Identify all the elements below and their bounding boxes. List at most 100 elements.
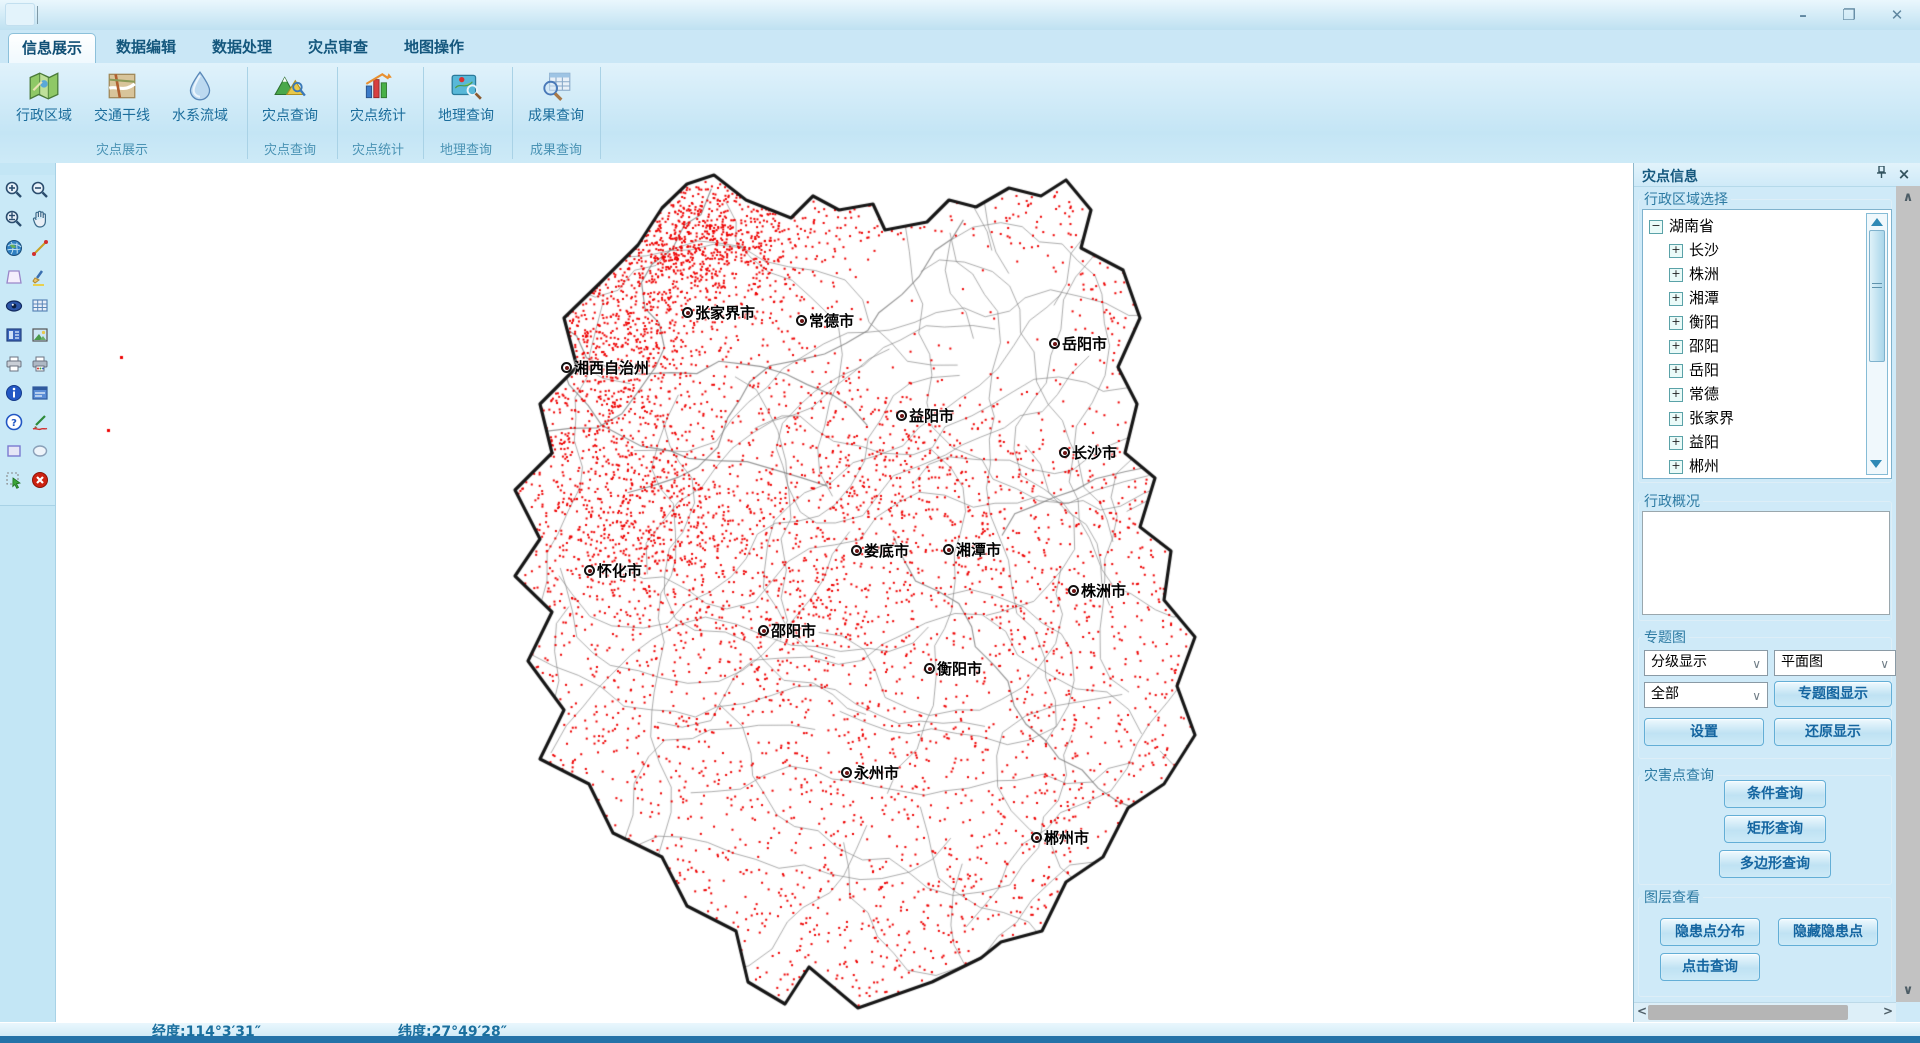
tool-help[interactable]: ? <box>2 409 26 435</box>
tool-clear-page[interactable] <box>2 264 26 290</box>
overview-textbox[interactable] <box>1642 511 1890 615</box>
hazard-distribution-button[interactable]: 隐患点分布 <box>1660 918 1760 946</box>
expand-icon[interactable]: + <box>1669 292 1683 306</box>
scroll-down-icon[interactable]: ∨ <box>1896 983 1920 998</box>
tree-node-label[interactable]: 株洲 <box>1689 265 1719 283</box>
tree-node-label[interactable]: 岳阳 <box>1689 361 1719 379</box>
expand-icon[interactable]: + <box>1669 340 1683 354</box>
settings-button[interactable]: 设置 <box>1644 718 1764 746</box>
restore-button[interactable]: ❐ <box>1832 4 1866 26</box>
ribbon-button-disaster-query[interactable]: 灾点查询 <box>250 67 330 137</box>
expand-icon[interactable]: + <box>1669 244 1683 258</box>
tree-node-8[interactable]: + 张家界 <box>1669 406 1734 430</box>
tool-brush[interactable] <box>28 264 52 290</box>
restore-display-button[interactable]: 还原显示 <box>1774 718 1892 746</box>
tree-node-3[interactable]: + 湘潭 <box>1669 286 1719 310</box>
ribbon-button-disaster-stats[interactable]: 灾点统计 <box>338 67 418 137</box>
tree-node-4[interactable]: + 衡阳 <box>1669 310 1719 334</box>
panel-horizontal-scrollbar[interactable]: < > <box>1634 1002 1896 1023</box>
tree-node-10[interactable]: + 郴州 <box>1669 454 1719 478</box>
pin-icon[interactable] <box>1872 166 1890 183</box>
ribbon-button-result-query[interactable]: 成果查询 <box>516 67 596 137</box>
tool-window[interactable] <box>28 380 52 406</box>
expand-icon[interactable]: + <box>1669 364 1683 378</box>
tab-5[interactable]: 地图操作 <box>386 33 482 62</box>
scroll-up-icon[interactable]: ∧ <box>1896 190 1920 205</box>
scroll-left-icon[interactable]: < <box>1637 1004 1647 1018</box>
tool-layout[interactable] <box>2 322 26 348</box>
panel-vertical-scrollbar[interactable]: ∧ ∨ <box>1896 186 1920 1002</box>
tree-node-label[interactable]: 益阳 <box>1689 433 1719 451</box>
tree-scrollbar[interactable] <box>1866 213 1888 475</box>
tree-node-label[interactable]: 郴州 <box>1689 457 1719 475</box>
expand-icon[interactable]: + <box>1669 316 1683 330</box>
region-tree[interactable]: −湖南省 + 长沙 + 株洲 + 湘潭 + 衡阳 + 邵阳 + 岳阳 + 常德 + 张家界 + 益阳 + 郴州 <box>1642 209 1892 479</box>
tree-node-root[interactable]: −湖南省 <box>1649 214 1714 238</box>
expand-icon[interactable]: + <box>1669 460 1683 474</box>
condition-query-button[interactable]: 条件查询 <box>1724 780 1826 808</box>
tab-3[interactable]: 数据处理 <box>194 33 290 62</box>
thematic-mode-select[interactable]: 分级显示∨ <box>1644 650 1768 676</box>
thematic-show-button[interactable]: 专题图显示 <box>1774 681 1892 707</box>
tool-zoom-in[interactable] <box>2 177 26 203</box>
collapse-icon[interactable]: − <box>1649 220 1663 234</box>
tree-node-label[interactable]: 湖南省 <box>1669 217 1714 235</box>
polygon-query-button[interactable]: 多边形查询 <box>1719 850 1831 878</box>
tree-scroll-up-icon[interactable] <box>1871 218 1883 226</box>
tab-1[interactable]: 信息展示 <box>8 33 96 63</box>
click-query-button[interactable]: 点击查询 <box>1660 953 1760 981</box>
scroll-right-icon[interactable]: > <box>1883 1004 1893 1018</box>
tree-node-2[interactable]: + 株洲 <box>1669 262 1719 286</box>
hide-hazard-button[interactable]: 隐藏隐患点 <box>1778 918 1878 946</box>
tool-info[interactable] <box>2 380 26 406</box>
tool-measure[interactable] <box>28 235 52 261</box>
tool-print[interactable] <box>2 351 26 377</box>
tool-eye[interactable] <box>2 293 26 319</box>
tree-node-label[interactable]: 邵阳 <box>1689 337 1719 355</box>
tool-grid[interactable] <box>28 293 52 319</box>
tree-scroll-thumb[interactable] <box>1869 230 1885 362</box>
tree-node-5[interactable]: + 邵阳 <box>1669 334 1719 358</box>
expand-icon[interactable]: + <box>1669 436 1683 450</box>
tool-zoom-extent[interactable] <box>2 206 26 232</box>
tree-node-7[interactable]: + 常德 <box>1669 382 1719 406</box>
tree-node-label[interactable]: 张家界 <box>1689 409 1734 427</box>
tool-pan[interactable] <box>28 206 52 232</box>
tool-pointer-select[interactable] <box>2 467 26 493</box>
panel-close-icon[interactable]: × <box>1895 166 1913 183</box>
tree-scroll-down-icon[interactable] <box>1870 460 1882 468</box>
ribbon-button-label: 成果查询 <box>516 105 596 125</box>
thematic-scope-select[interactable]: 全部∨ <box>1644 682 1768 708</box>
tree-node-label[interactable]: 衡阳 <box>1689 313 1719 331</box>
tool-rect-select[interactable] <box>2 438 26 464</box>
tool-sketch[interactable] <box>28 409 52 435</box>
expand-icon[interactable]: + <box>1669 412 1683 426</box>
rectangle-query-button[interactable]: 矩形查询 <box>1724 815 1826 843</box>
tree-node-9[interactable]: + 益阳 <box>1669 430 1719 454</box>
ribbon-button-admin-region[interactable]: 行政区域 <box>4 67 84 137</box>
map-view[interactable]: 张家界市常德市岳阳市湘西自治州益阳市长沙市娄底市湘潭市怀化市株洲市邵阳市衡阳市永… <box>55 163 1634 1022</box>
tool-ellipse-select[interactable] <box>28 438 52 464</box>
close-button[interactable]: ✕ <box>1880 4 1914 26</box>
tool-delete[interactable] <box>28 467 52 493</box>
tab-2[interactable]: 数据编辑 <box>98 33 194 62</box>
ribbon-button-traffic-lines[interactable]: 交通干线 <box>82 67 162 137</box>
tool-globe[interactable] <box>2 235 26 261</box>
minimize-button[interactable]: – <box>1786 4 1820 26</box>
ribbon-button-geo-query[interactable]: 地理查询 <box>426 67 506 137</box>
expand-icon[interactable]: + <box>1669 388 1683 402</box>
tool-zoom-out[interactable] <box>28 177 52 203</box>
tree-node-6[interactable]: + 岳阳 <box>1669 358 1719 382</box>
tree-node-1[interactable]: + 长沙 <box>1669 238 1719 262</box>
thematic-type-select[interactable]: 平面图∨ <box>1774 650 1896 676</box>
tree-node-label[interactable]: 常德 <box>1689 385 1719 403</box>
city-marker-icon <box>841 767 852 778</box>
ribbon-button-water-system[interactable]: 水系流域 <box>160 67 240 137</box>
tree-node-label[interactable]: 长沙 <box>1689 241 1719 259</box>
tab-4[interactable]: 灾点审查 <box>290 33 386 62</box>
tree-node-label[interactable]: 湘潭 <box>1689 289 1719 307</box>
expand-icon[interactable]: + <box>1669 268 1683 282</box>
tool-image[interactable] <box>28 322 52 348</box>
hscroll-thumb[interactable] <box>1648 1005 1848 1020</box>
tool-print-color[interactable] <box>28 351 52 377</box>
